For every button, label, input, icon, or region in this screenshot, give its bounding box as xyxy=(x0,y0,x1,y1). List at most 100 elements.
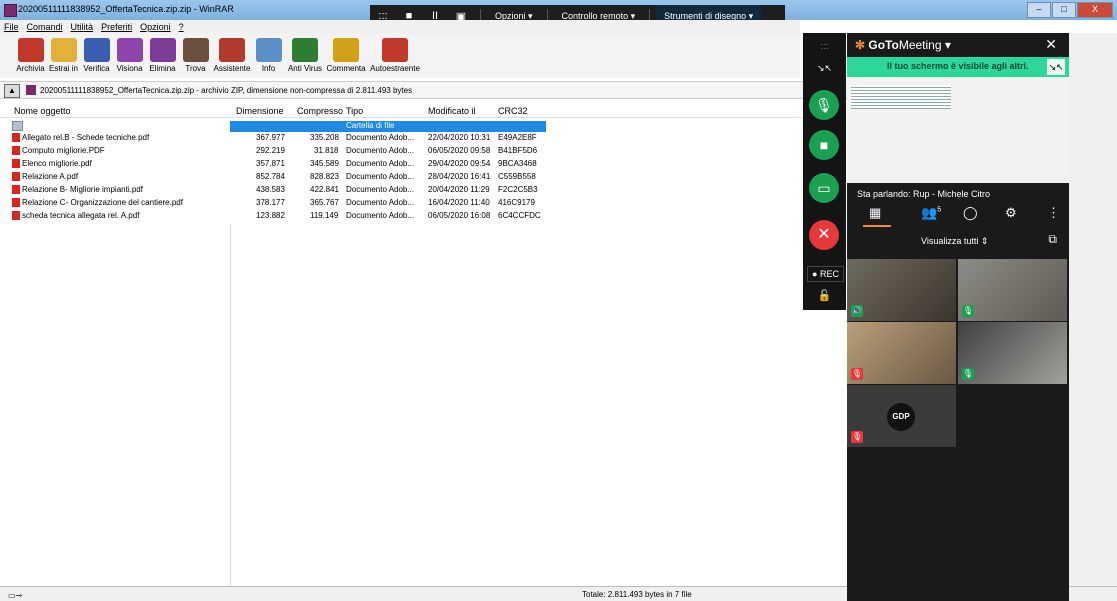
leave-meeting-button[interactable]: ✕ xyxy=(809,220,839,250)
table-row[interactable]: Allegato rel.B - Schede tecniche.pdf 367… xyxy=(0,133,560,144)
cell-modified: 06/05/2020 16:08 xyxy=(428,211,491,220)
col-crc[interactable]: CRC32 xyxy=(498,106,528,116)
cell-name: Relazione A.pdf xyxy=(22,172,79,181)
antivirus-button[interactable]: Anti Virus xyxy=(285,34,325,78)
table-row[interactable]: scheda tecnica allegata rel. A.pdf 123.8… xyxy=(0,211,560,222)
popout-icon[interactable]: ⧉ xyxy=(1048,232,1057,247)
expand-icon[interactable]: ↘↖ xyxy=(1047,59,1065,75)
collapse-icon[interactable]: ↘↖ xyxy=(807,63,842,74)
cell-packed: 828.823 xyxy=(310,172,339,181)
mic-muted-icon: 🎙 xyxy=(851,368,863,380)
trova-button[interactable]: Trova xyxy=(179,34,212,78)
attendees-icon[interactable]: 👥5 xyxy=(921,205,941,221)
col-name[interactable]: Nome oggetto xyxy=(14,106,71,116)
video-tile[interactable]: 🎙 xyxy=(958,259,1067,321)
participant-avatar: GDP xyxy=(887,403,915,431)
menu-opzioni[interactable]: Opzioni xyxy=(140,22,171,32)
video-tile[interactable]: 🔊 xyxy=(847,259,956,321)
cell-type: Documento Adob... xyxy=(346,198,415,207)
delete-icon xyxy=(149,38,176,62)
mic-on-icon: 🎙 xyxy=(962,305,974,317)
cell-size: 292.219 xyxy=(256,146,285,155)
list-empty-area xyxy=(230,224,546,586)
up-folder-button[interactable]: ▲ xyxy=(4,84,20,98)
cell-packed: 365.767 xyxy=(310,198,339,207)
col-type[interactable]: Tipo xyxy=(346,106,363,116)
info-icon xyxy=(255,38,282,62)
close-button[interactable]: X xyxy=(1077,2,1113,18)
cell-name: Elenco migliorie.pdf xyxy=(22,159,92,168)
col-packed[interactable]: Compresso xyxy=(297,106,343,116)
file-list-header: Nome oggetto Dimensione Compresso Tipo M… xyxy=(0,104,850,118)
cell-packed: 119.149 xyxy=(310,211,339,220)
cell-size: 357.871 xyxy=(256,159,285,168)
col-size[interactable]: Dimensione xyxy=(236,106,284,116)
maximize-button[interactable]: □ xyxy=(1052,2,1076,18)
cell-modified: 20/04/2020 11:29 xyxy=(428,185,490,194)
record-button[interactable]: ● REC xyxy=(807,266,844,282)
cell-size: 367.977 xyxy=(256,133,285,142)
video-tile[interactable]: 🎙 xyxy=(958,322,1067,384)
drag-handle-icon[interactable]: ::: xyxy=(807,41,842,51)
verify-icon xyxy=(83,38,110,62)
table-row[interactable]: Elenco migliorie.pdf 357.871 345.589 Doc… xyxy=(0,159,560,170)
table-row[interactable]: Relazione A.pdf 852.784 828.823 Document… xyxy=(0,172,560,183)
cell-modified: 06/05/2020 09:58 xyxy=(428,146,491,155)
folder-up-icon xyxy=(12,121,23,131)
lock-icon[interactable]: 🔓 xyxy=(807,289,842,302)
settings-gear-icon[interactable]: ⚙ xyxy=(1005,205,1017,221)
cell-name: Relazione C- Organizzazione del cantiere… xyxy=(22,198,183,207)
folder-extract-icon xyxy=(50,38,77,62)
speaking-mic-icon: 🔊 xyxy=(851,305,863,317)
table-row[interactable]: Relazione C- Organizzazione del cantiere… xyxy=(0,198,560,209)
view-all-dropdown[interactable]: Visualizza tutti ⇕ xyxy=(921,236,988,247)
cell-crc: 6C4CCFDC xyxy=(498,211,541,220)
antivirus-icon xyxy=(292,38,318,62)
cell-size: 852.784 xyxy=(256,172,285,181)
table-row-folder[interactable]: Cartella di file xyxy=(0,121,560,132)
cell-name: scheda tecnica allegata rel. A.pdf xyxy=(22,211,140,220)
assistente-button[interactable]: Assistente xyxy=(212,34,252,78)
grid-view-icon[interactable]: ▦ xyxy=(869,205,881,221)
books-icon xyxy=(17,38,44,62)
video-tile[interactable]: GDP 🎙 xyxy=(847,385,956,447)
zip-archive-icon xyxy=(26,85,36,95)
cell-packed: 345.589 xyxy=(310,159,339,168)
col-modified[interactable]: Modificato il xyxy=(428,106,476,116)
more-options-icon[interactable]: ⋮ xyxy=(1047,205,1060,221)
minimize-button[interactable]: – xyxy=(1027,2,1051,18)
verifica-button[interactable]: Verifica xyxy=(80,34,113,78)
cell-size: 438.583 xyxy=(256,185,285,194)
gotomeeting-logo[interactable]: ✻ GoToMeeting ▾ xyxy=(855,38,951,52)
sfx-icon xyxy=(382,38,408,62)
archivia-button[interactable]: Archivia xyxy=(14,34,47,78)
cell-modified: 22/04/2020 10:31 xyxy=(428,133,491,142)
microphone-button[interactable]: 🎙 xyxy=(809,90,839,120)
cell-type: Documento Adob... xyxy=(346,211,415,220)
cell-crc: 416C9179 xyxy=(498,198,535,207)
estrai-in-button[interactable]: Estrai in xyxy=(47,34,80,78)
chat-icon[interactable]: ◯ xyxy=(963,205,978,221)
menu-help[interactable]: ? xyxy=(179,22,184,32)
table-row[interactable]: Relazione B- Migliorie impianti.pdf 438.… xyxy=(0,185,560,196)
wizard-icon xyxy=(219,38,245,62)
table-row[interactable]: Computo migliorie.PDF 292.219 31.818 Doc… xyxy=(0,146,560,157)
background-area xyxy=(1069,33,1117,586)
camera-button[interactable]: ■ xyxy=(809,130,839,160)
screen-share-button[interactable]: ▭ xyxy=(809,173,839,203)
visiona-button[interactable]: Visiona xyxy=(113,34,146,78)
menu-utilita[interactable]: Utilità xyxy=(71,22,94,32)
commenta-button[interactable]: Commenta xyxy=(325,34,367,78)
cell-crc: 9BCA3468 xyxy=(498,159,537,168)
menu-comandi[interactable]: Comandi xyxy=(27,22,63,32)
info-button[interactable]: Info xyxy=(252,34,285,78)
pdf-file-icon xyxy=(12,185,20,194)
preview-thumbnail xyxy=(851,85,951,109)
elimina-button[interactable]: Elimina xyxy=(146,34,179,78)
menu-preferiti[interactable]: Preferiti xyxy=(101,22,132,32)
menu-file[interactable]: File xyxy=(4,22,19,32)
video-tile[interactable]: 🎙 xyxy=(847,322,956,384)
close-panel-button[interactable]: ✕ xyxy=(1045,36,1057,53)
autoestraente-button[interactable]: Autoestraente xyxy=(367,34,423,78)
pdf-file-icon xyxy=(12,172,20,181)
